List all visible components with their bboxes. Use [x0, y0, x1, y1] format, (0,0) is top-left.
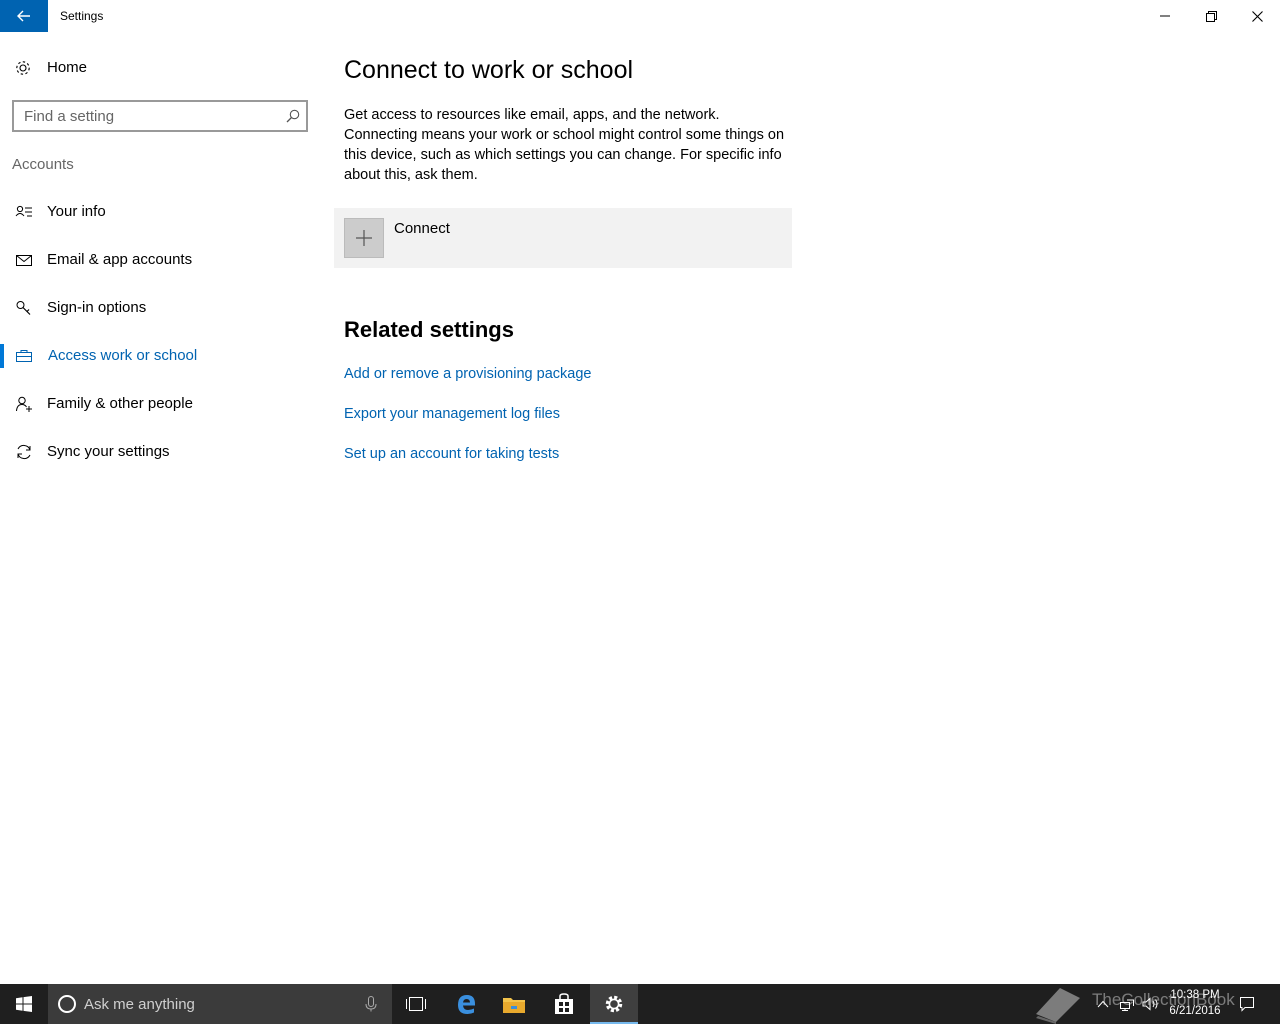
link-export-management-logs[interactable]: Export your management log files — [344, 406, 560, 422]
search-icon — [286, 109, 300, 123]
network-icon — [1120, 999, 1134, 1011]
start-button[interactable] — [0, 984, 48, 1024]
plus-tile — [344, 218, 384, 258]
close-icon — [1251, 10, 1263, 22]
connect-label: Connect — [394, 220, 450, 237]
clock-time: 10:38 PM — [1170, 989, 1220, 1001]
file-explorer-button[interactable] — [490, 984, 538, 1024]
window-title: Settings — [60, 9, 104, 23]
find-setting-search[interactable] — [12, 100, 308, 132]
sidebar: Home Accounts Your info Email & app acco… — [0, 32, 320, 984]
add-person-icon — [16, 396, 32, 412]
mail-icon — [16, 255, 32, 266]
chevron-up-icon — [1097, 1000, 1109, 1008]
sidebar-item-label: Family & other people — [47, 395, 193, 412]
gear-icon — [605, 995, 623, 1013]
sidebar-item-label: Access work or school — [48, 347, 198, 364]
edge-icon — [458, 995, 475, 1014]
sidebar-item-label: Email & app accounts — [47, 251, 193, 268]
back-button[interactable] — [0, 0, 48, 32]
sidebar-home[interactable]: Home — [0, 48, 320, 88]
restore-icon — [1205, 10, 1217, 22]
sidebar-item-label: Sync your settings — [47, 443, 170, 460]
selection-indicator — [0, 344, 4, 368]
minimize-icon — [1160, 15, 1170, 17]
sidebar-item-sync-settings[interactable]: Sync your settings — [0, 432, 320, 472]
settings-taskbar-button[interactable] — [590, 984, 638, 1024]
find-setting-input[interactable] — [14, 102, 276, 130]
plus-icon — [356, 230, 372, 246]
cortana-search-input[interactable] — [84, 984, 344, 1024]
page-title: Connect to work or school — [344, 56, 634, 84]
title-bar: Settings — [0, 0, 1280, 32]
show-hidden-icons-button[interactable] — [1092, 984, 1114, 1024]
briefcase-icon — [16, 350, 32, 362]
notifications-icon — [1240, 997, 1254, 1012]
action-center-button[interactable] — [1234, 984, 1260, 1024]
book-logo-icon — [1036, 988, 1080, 1024]
related-settings-title: Related settings — [344, 317, 514, 342]
person-card-icon — [15, 205, 32, 217]
clock-date: 6/21/2016 — [1169, 1005, 1221, 1017]
speaker-icon — [1142, 997, 1158, 1011]
sidebar-item-sign-in-options[interactable]: Sign-in options — [0, 288, 320, 328]
network-tray-button[interactable] — [1116, 984, 1138, 1024]
task-view-button[interactable] — [392, 984, 440, 1024]
connect-button[interactable]: Connect — [334, 208, 792, 268]
volume-tray-button[interactable] — [1140, 984, 1162, 1024]
link-provisioning-package[interactable]: Add or remove a provisioning package — [344, 366, 591, 382]
store-button[interactable] — [540, 984, 588, 1024]
cortana-search-box[interactable] — [48, 984, 392, 1024]
store-bag-icon — [555, 993, 573, 1014]
minimize-button[interactable] — [1142, 0, 1188, 32]
sidebar-item-family-other-people[interactable]: Family & other people — [0, 384, 320, 424]
sidebar-item-label: Your info — [47, 203, 106, 220]
home-label: Home — [47, 59, 88, 76]
taskbar: TheCollectionBook 10:38 PM 6/21/2016 — [0, 984, 1280, 1024]
sidebar-item-your-info[interactable]: Your info — [0, 192, 320, 232]
folder-icon — [503, 998, 525, 1013]
task-view-icon — [406, 997, 426, 1011]
key-icon — [16, 301, 31, 315]
restore-button[interactable] — [1188, 0, 1234, 32]
windows-logo-icon — [16, 996, 32, 1012]
sidebar-item-label: Sign-in options — [47, 299, 147, 316]
close-button[interactable] — [1234, 0, 1280, 32]
main-content: Connect to work or school Get access to … — [320, 32, 1280, 984]
edge-browser-button[interactable] — [442, 984, 490, 1024]
section-title-accounts: Accounts — [12, 156, 74, 173]
cortana-icon — [58, 995, 76, 1013]
taskbar-clock[interactable]: 10:38 PM 6/21/2016 — [1160, 987, 1230, 1019]
gear-icon — [16, 61, 30, 75]
back-arrow-icon — [17, 10, 30, 22]
link-account-taking-tests[interactable]: Set up an account for taking tests — [344, 446, 559, 462]
sidebar-item-access-work-school[interactable]: Access work or school — [0, 336, 320, 376]
sidebar-item-email-app-accounts[interactable]: Email & app accounts — [0, 240, 320, 280]
page-description: Get access to resources like email, apps… — [344, 107, 785, 183]
microphone-icon[interactable] — [364, 996, 378, 1012]
sync-icon — [17, 444, 31, 460]
